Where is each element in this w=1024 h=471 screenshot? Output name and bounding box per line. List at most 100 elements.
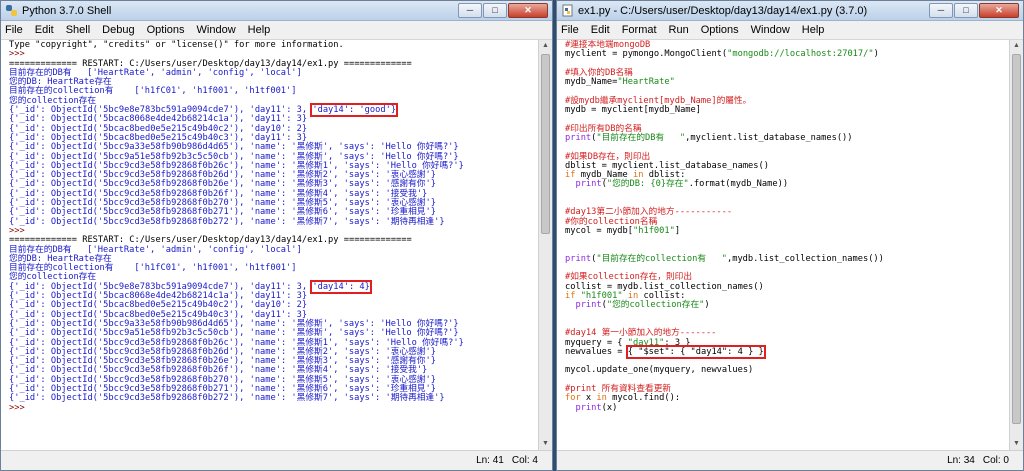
editor-text: ,mydb.list_collection_names()) bbox=[726, 253, 884, 264]
shell-title: Python 3.7.0 Shell bbox=[22, 4, 112, 17]
editor-line: mycol = mydb["h1f001"] bbox=[565, 225, 1009, 236]
editor-menubar: File Edit Format Run Options Window Help bbox=[557, 21, 1023, 40]
scroll-up-icon[interactable]: ▲ bbox=[1011, 40, 1022, 52]
minimize-button[interactable]: ─ bbox=[458, 2, 482, 18]
minimize-button[interactable]: ─ bbox=[929, 2, 953, 18]
editor-text: print bbox=[565, 179, 602, 190]
scroll-down-icon[interactable]: ▼ bbox=[540, 438, 551, 450]
editor-statusbar: Ln: 34 Col: 0 bbox=[557, 450, 1023, 470]
menu-help[interactable]: Help bbox=[802, 24, 825, 36]
editor-scrollbar[interactable]: ▲ ▼ bbox=[1009, 40, 1023, 450]
highlighted-text: 'day14': 4} bbox=[310, 279, 372, 294]
editor-text: mydb = myclient[mydb_Name] bbox=[565, 105, 701, 116]
editor-line: print(x) bbox=[565, 402, 1009, 413]
menu-help[interactable]: Help bbox=[248, 24, 271, 36]
shell-titlebar[interactable]: Python 3.7.0 Shell ─ □ ✕ bbox=[1, 1, 552, 21]
col-indicator: Col: 4 bbox=[511, 455, 538, 466]
editor-text: .format(mydb_Name)) bbox=[688, 179, 789, 190]
editor-text: mydb_Name= bbox=[565, 77, 618, 88]
shell-text: {'_id': ObjectId('5bcc9cd3e58fb92868f0b2… bbox=[9, 393, 445, 404]
editor-title: ex1.py - C:/Users/user/Desktop/day13/day… bbox=[578, 4, 868, 17]
shell-text: Type "copyright", "credits" or "license(… bbox=[9, 40, 344, 50]
menu-format[interactable]: Format bbox=[622, 24, 657, 36]
shell-menubar: File Edit Shell Debug Options Window Hel… bbox=[1, 21, 552, 40]
close-icon: ✕ bbox=[995, 4, 1003, 15]
menu-file[interactable]: File bbox=[561, 24, 579, 36]
shell-text: {'_id': ObjectId('5bcc9cd3e58fb92868f0b2… bbox=[9, 216, 445, 227]
scroll-up-icon[interactable]: ▲ bbox=[540, 40, 551, 52]
editor-line: for x in mycol.find(): bbox=[565, 394, 1009, 403]
editor-text: "目前存在的collection有 " bbox=[596, 253, 727, 264]
editor-line: newvalues = { "$set": { "day14": 4 } } bbox=[565, 344, 1009, 359]
editor-line: myclient = pymongo.MongoClient("mongodb:… bbox=[565, 50, 1009, 59]
editor-line: mydb_Name="HeartRate" bbox=[565, 78, 1009, 87]
editor-text: "HeartRate" bbox=[617, 77, 675, 88]
highlighted-text: 'day14': 'good'} bbox=[310, 103, 399, 118]
minimize-icon: ─ bbox=[466, 5, 474, 15]
close-button[interactable]: ✕ bbox=[979, 2, 1019, 18]
editor-text: ) bbox=[704, 300, 710, 311]
line-indicator: Ln: 34 bbox=[947, 455, 975, 466]
editor-text: "h1f001" bbox=[633, 225, 675, 236]
editor-text: print bbox=[565, 402, 602, 413]
menu-file[interactable]: File bbox=[5, 24, 23, 36]
shell-scrollbar[interactable]: ▲ ▼ bbox=[538, 40, 552, 450]
scroll-thumb[interactable] bbox=[541, 54, 550, 234]
editor-line: mycol.update_one(myquery, newvalues) bbox=[565, 366, 1009, 375]
editor-line: print("您的DB: {0}存在".format(mydb_Name)) bbox=[565, 180, 1009, 189]
scroll-down-icon[interactable]: ▼ bbox=[1011, 438, 1022, 450]
editor-text: ) bbox=[873, 49, 879, 60]
editor-text: mycol.find(): bbox=[612, 393, 681, 404]
menu-edit[interactable]: Edit bbox=[591, 24, 610, 36]
editor-text: print bbox=[565, 253, 592, 264]
editor-line: print("您的collection存在") bbox=[565, 301, 1009, 310]
editor-text: myclient = pymongo.MongoClient( bbox=[565, 49, 728, 60]
shell-line: >>> bbox=[9, 402, 538, 413]
maximize-button[interactable]: □ bbox=[954, 2, 978, 18]
shell-line: {'_id': ObjectId('5bcc9cd3e58fb92868f0b2… bbox=[9, 394, 538, 403]
menu-options[interactable]: Options bbox=[701, 24, 739, 36]
shell-output[interactable]: Type "copyright", "credits" or "license(… bbox=[1, 40, 538, 450]
shell-line: {'_id': ObjectId('5bcc9cd3e58fb92868f0b2… bbox=[9, 216, 538, 227]
editor-text: "目前存在的DB有 " bbox=[596, 132, 686, 143]
python-logo-icon bbox=[5, 4, 18, 17]
menu-options[interactable]: Options bbox=[147, 24, 185, 36]
python-file-icon bbox=[561, 4, 574, 17]
editor-text: (x) bbox=[601, 402, 618, 413]
scroll-thumb[interactable] bbox=[1012, 54, 1021, 424]
code-editor[interactable]: #連接本地端mongoDB myclient = pymongo.MongoCli… bbox=[557, 40, 1009, 450]
maximize-icon: □ bbox=[963, 5, 969, 15]
minimize-icon: ─ bbox=[937, 5, 945, 15]
menu-run[interactable]: Run bbox=[669, 24, 689, 36]
shell-statusbar: Ln: 41 Col: 4 bbox=[1, 450, 552, 470]
python-shell-window: Python 3.7.0 Shell ─ □ ✕ File Edit Shell… bbox=[0, 0, 553, 471]
menu-window[interactable]: Window bbox=[751, 24, 790, 36]
menu-debug[interactable]: Debug bbox=[102, 24, 134, 36]
editor-text: mycol = mydb[ bbox=[565, 225, 633, 236]
editor-text: : 3 } bbox=[664, 337, 691, 348]
close-icon: ✕ bbox=[524, 4, 532, 15]
editor-text: ,myclient.list_database_names()) bbox=[685, 132, 853, 143]
menu-edit[interactable]: Edit bbox=[35, 24, 54, 36]
maximize-icon: □ bbox=[492, 5, 498, 15]
editor-text: mycol.update_one(myquery, newvalues) bbox=[565, 365, 754, 376]
editor-line: print("目前存在的DB有 ",myclient.list_database… bbox=[565, 132, 1009, 143]
editor-text: newvalues = bbox=[565, 346, 628, 357]
editor-line: print("目前存在的collection有 ",mydb.list_coll… bbox=[565, 253, 1009, 264]
menu-shell[interactable]: Shell bbox=[66, 24, 90, 36]
editor-text: "day11" bbox=[627, 337, 665, 348]
editor-window: ex1.py - C:/Users/user/Desktop/day13/day… bbox=[556, 0, 1024, 471]
shell-text: >>> bbox=[9, 402, 30, 413]
close-button[interactable]: ✕ bbox=[508, 2, 548, 18]
editor-text: "您的collection存在" bbox=[606, 300, 705, 311]
maximize-button[interactable]: □ bbox=[483, 2, 507, 18]
menu-window[interactable]: Window bbox=[197, 24, 236, 36]
editor-titlebar[interactable]: ex1.py - C:/Users/user/Desktop/day13/day… bbox=[557, 1, 1023, 21]
line-indicator: Ln: 41 bbox=[476, 455, 504, 466]
editor-text: print bbox=[565, 300, 602, 311]
editor-text: ] bbox=[674, 225, 681, 236]
editor-text: "mongodb://localhost:27017/" bbox=[727, 49, 874, 60]
editor-line: mydb = myclient[mydb_Name] bbox=[565, 105, 1009, 116]
